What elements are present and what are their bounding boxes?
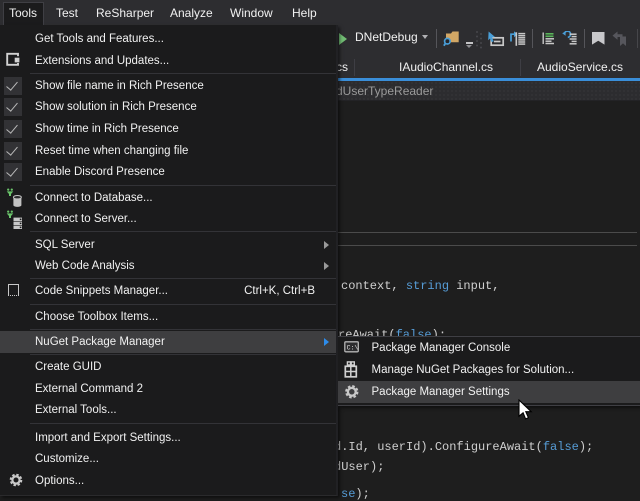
svg-text:C:\: C:\	[346, 344, 358, 351]
